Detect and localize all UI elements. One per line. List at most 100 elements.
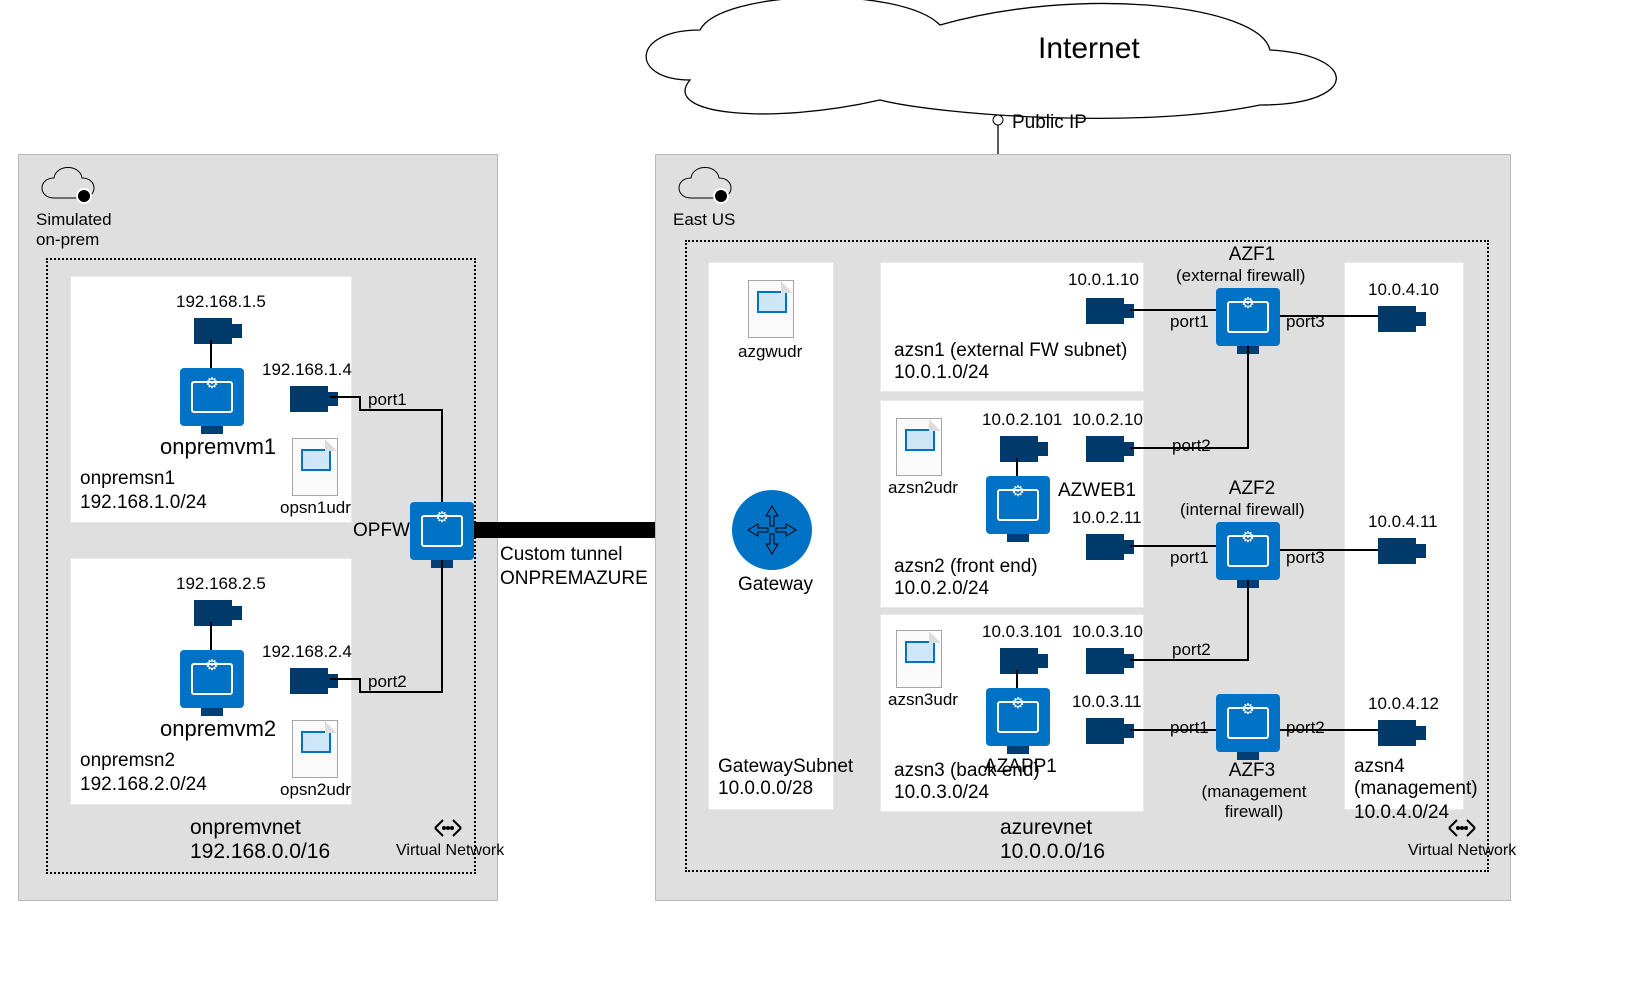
internet-label: Internet: [1038, 32, 1140, 66]
label-azsn4-nic1: 10.0.4.10: [1368, 280, 1439, 300]
cloud-icon: [36, 160, 100, 213]
label-azsn1-cidr: 10.0.1.0/24: [894, 362, 989, 384]
diagram-canvas: Internet Public IP Simulated on-prem 192…: [0, 0, 1639, 1000]
nic-icon: [1378, 538, 1416, 564]
label-azf1-port2: port2: [1172, 436, 1211, 456]
nic-icon: [1086, 718, 1124, 744]
cloud-icon: [673, 160, 737, 213]
vnet-icon: [430, 816, 466, 845]
label-azsn2-name: azsn2 (front end): [894, 556, 1038, 578]
label-azsn1-nic-ip: 10.0.1.10: [1068, 270, 1139, 290]
label-azf1-port1: port1: [1170, 312, 1209, 332]
vnet-azure-cidr: 10.0.0.0/16: [1000, 840, 1105, 864]
region-azure-label: East US: [673, 210, 735, 230]
public-ip-label: Public IP: [1012, 112, 1087, 134]
label-onpremsn1-cidr: 192.168.1.0/24: [80, 492, 207, 514]
vm-azf3: [1216, 694, 1280, 752]
vnet-azure-name: azurevnet: [1000, 816, 1092, 840]
label-azsn2-cidr: 10.0.2.0/24: [894, 578, 989, 600]
label-opfw-port2: port2: [368, 672, 407, 692]
label-azsn1-name: azsn1 (external FW subnet): [894, 340, 1127, 362]
doc-icon: [896, 630, 942, 688]
nic-icon: [1378, 306, 1416, 332]
label-azsn3-vm-nic: 10.0.3.101: [982, 622, 1062, 642]
label-onpremsn2-cidr: 192.168.2.0/24: [80, 774, 207, 796]
doc-icon: [292, 438, 338, 496]
doc-icon: [748, 280, 794, 338]
label-nic-op1-right: 192.168.1.4: [262, 360, 352, 380]
vnet-azure-type: Virtual Network: [1408, 842, 1516, 860]
doc-icon: [896, 418, 942, 476]
label-azf2-name: AZF2: [1212, 478, 1292, 500]
doc-icon: [292, 720, 338, 778]
nic-icon: [1086, 648, 1124, 674]
label-azf2-port2: port2: [1172, 640, 1211, 660]
nic-icon: [1086, 298, 1124, 324]
label-azsn4-name: azsn4 (management): [1354, 756, 1478, 800]
label-azsn2-p1b: 10.0.2.11: [1072, 508, 1142, 528]
label-onpremvm1: onpremvm1: [160, 434, 276, 460]
label-onpremsn2-name: onpremsn2: [80, 750, 175, 772]
label-onpremvm2: onpremvm2: [160, 716, 276, 742]
gateway-icon: [732, 490, 812, 570]
label-azf3-port2: port2: [1286, 718, 1325, 738]
label-nic-op2-top: 192.168.2.5: [176, 574, 266, 594]
vnet-onprem-type: Virtual Network: [396, 842, 504, 860]
label-azsn2-vm-nic: 10.0.2.101: [982, 410, 1062, 430]
region-onprem-label: Simulated on-prem: [36, 210, 112, 250]
label-nic-op2-right: 192.168.2.4: [262, 642, 352, 662]
label-azf3-port1: port1: [1170, 718, 1209, 738]
label-azsn4-nic3: 10.0.4.12: [1368, 694, 1439, 714]
label-azsn3-name: azsn3 (back end): [894, 760, 1040, 782]
tunnel-line2: ONPREMAZURE: [500, 568, 648, 590]
label-gwsubnet-name: GatewaySubnet: [718, 756, 853, 778]
internet-cloud: [620, 0, 1360, 125]
nic-icon: [290, 668, 328, 694]
label-azweb1: AZWEB1: [1058, 480, 1136, 502]
label-azsn2-p1: 10.0.2.10: [1072, 410, 1143, 430]
vm-onpremvm2: [180, 650, 244, 708]
vm-azweb1: [986, 476, 1050, 534]
vnet-onprem-cidr: 192.168.0.0/16: [190, 840, 330, 864]
label-azgwudr: azgwudr: [738, 342, 802, 362]
vm-opfw: [410, 502, 474, 560]
label-azsn3-cidr: 10.0.3.0/24: [894, 782, 989, 804]
label-opsn1udr: opsn1udr: [280, 498, 351, 518]
nic-icon: [1086, 436, 1124, 462]
label-azsn2udr: azsn2udr: [888, 478, 958, 498]
label-opfw-port1: port1: [368, 390, 407, 410]
label-azsn3udr: azsn3udr: [888, 690, 958, 710]
label-azf1-sub: (external firewall): [1176, 266, 1305, 286]
label-azsn3-p1: 10.0.3.10: [1072, 622, 1143, 642]
nic-icon: [1378, 720, 1416, 746]
vnet-icon: [1444, 816, 1480, 845]
label-opsn2udr: opsn2udr: [280, 780, 351, 800]
label-azf1-port3: port3: [1286, 312, 1325, 332]
vm-azf1: [1216, 288, 1280, 346]
label-azsn4-cidr: 10.0.4.0/24: [1354, 802, 1449, 824]
label-opfw: OPFW: [353, 520, 410, 542]
nic-icon: [1000, 648, 1038, 674]
label-azf3-name: AZF3: [1212, 760, 1292, 782]
label-azsn3-p1b: 10.0.3.11: [1072, 692, 1142, 712]
label-gwsubnet-cidr: 10.0.0.0/28: [718, 778, 813, 800]
vm-onpremvm1: [180, 368, 244, 426]
vm-azapp1: [986, 688, 1050, 746]
label-nic-op1-top: 192.168.1.5: [176, 292, 266, 312]
nic-icon: [1086, 534, 1124, 560]
nic-icon: [194, 318, 232, 344]
vnet-onprem-name: onpremvnet: [190, 816, 301, 840]
tunnel-line1: Custom tunnel: [500, 544, 623, 566]
label-azsn4-nic2: 10.0.4.11: [1368, 512, 1438, 532]
label-azf3-sub: (management firewall): [1192, 782, 1316, 822]
nic-icon: [194, 600, 232, 626]
label-azf2-sub: (internal firewall): [1180, 500, 1305, 520]
label-azf2-port3: port3: [1286, 548, 1325, 568]
label-azf2-port1: port1: [1170, 548, 1209, 568]
label-azf1-name: AZF1: [1212, 244, 1292, 266]
label-gateway: Gateway: [738, 574, 813, 596]
nic-icon: [290, 386, 328, 412]
nic-icon: [1000, 436, 1038, 462]
label-onpremsn1-name: onpremsn1: [80, 468, 175, 490]
vm-azf2: [1216, 522, 1280, 580]
